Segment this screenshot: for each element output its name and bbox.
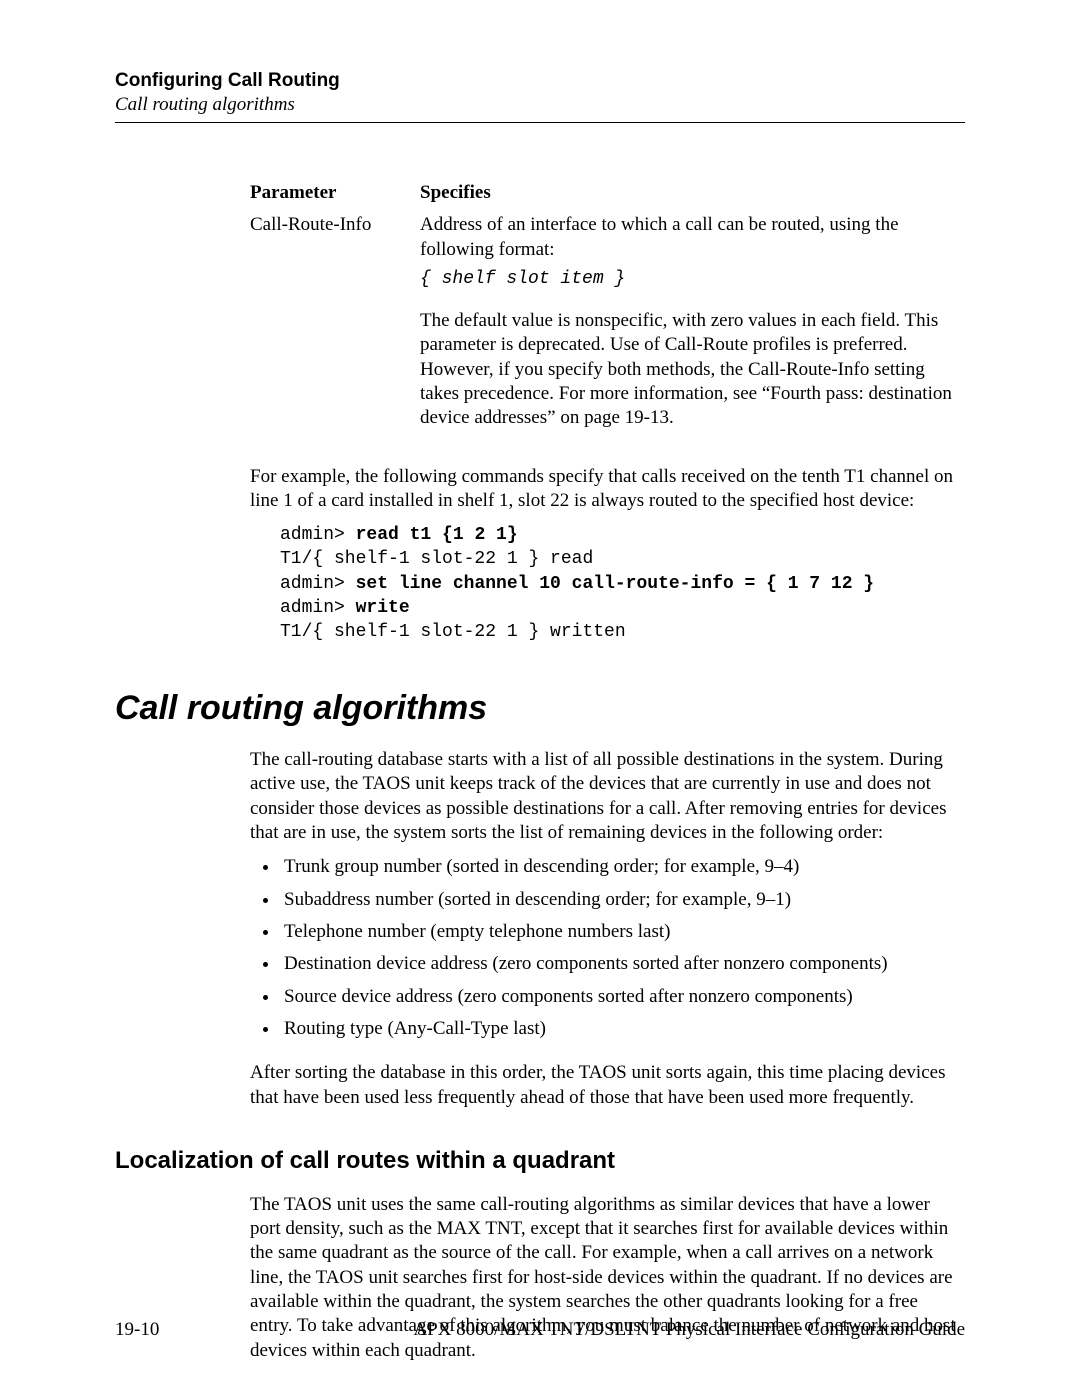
list-item: Trunk group number (sorted in descending… — [280, 855, 965, 879]
sort-order-list: Trunk group number (sorted in descending… — [250, 855, 965, 1041]
output-line: T1/{ shelf-1 slot-22 1 } written — [280, 622, 626, 642]
param-desc-2: The default value is nonspecific, with z… — [420, 309, 965, 431]
list-item: Telephone number (empty telephone number… — [280, 920, 965, 944]
header-subtitle: Call routing algorithms — [115, 94, 965, 116]
parameter-table: Parameter Specifies Call-Route-Info Addr… — [250, 181, 965, 437]
book-title: APX 8000/MAX TNT/DSLTNT Physical Interfa… — [413, 1319, 965, 1341]
header-title: Configuring Call Routing — [115, 70, 965, 92]
page-footer: 19-10 APX 8000/MAX TNT/DSLTNT Physical I… — [115, 1311, 965, 1341]
section-outro: After sorting the database in this order… — [250, 1061, 965, 1110]
section-heading: Call routing algorithms — [115, 687, 965, 731]
list-item: Routing type (Any-Call-Type last) — [280, 1017, 965, 1041]
terminal-block: admin> read t1 {1 2 1} T1/{ shelf-1 slot… — [280, 523, 965, 644]
prompt: admin> — [280, 525, 356, 545]
cmd: write — [356, 598, 410, 618]
page-number: 19-10 — [115, 1319, 159, 1341]
cmd: read t1 {1 2 1} — [356, 525, 518, 545]
table-row: Call-Route-Info Address of an interface … — [250, 213, 965, 436]
param-name: Call-Route-Info — [250, 213, 420, 237]
list-item: Subaddress number (sorted in descending … — [280, 888, 965, 912]
cmd: set line channel 10 call-route-info = { … — [356, 574, 874, 594]
table-header-row: Parameter Specifies — [250, 181, 965, 205]
section-intro: The call-routing database starts with a … — [250, 748, 965, 845]
param-desc: Address of an interface to which a call … — [420, 213, 965, 436]
param-code: { shelf slot item } — [420, 268, 965, 291]
prompt: admin> — [280, 598, 356, 618]
example-intro: For example, the following commands spec… — [250, 465, 965, 514]
th-specifies: Specifies — [420, 181, 965, 205]
prompt: admin> — [280, 574, 356, 594]
output-line: T1/{ shelf-1 slot-22 1 } read — [280, 549, 593, 569]
list-item: Destination device address (zero compone… — [280, 952, 965, 976]
body-content: Parameter Specifies Call-Route-Info Addr… — [115, 181, 965, 1363]
page: Configuring Call Routing Call routing al… — [0, 0, 1080, 1397]
param-desc-1: Address of an interface to which a call … — [420, 213, 965, 262]
header-rule — [115, 122, 965, 123]
th-parameter: Parameter — [250, 181, 420, 205]
list-item: Source device address (zero components s… — [280, 985, 965, 1009]
running-header: Configuring Call Routing Call routing al… — [115, 70, 965, 116]
subsection-heading: Localization of call routes within a qua… — [115, 1146, 965, 1177]
